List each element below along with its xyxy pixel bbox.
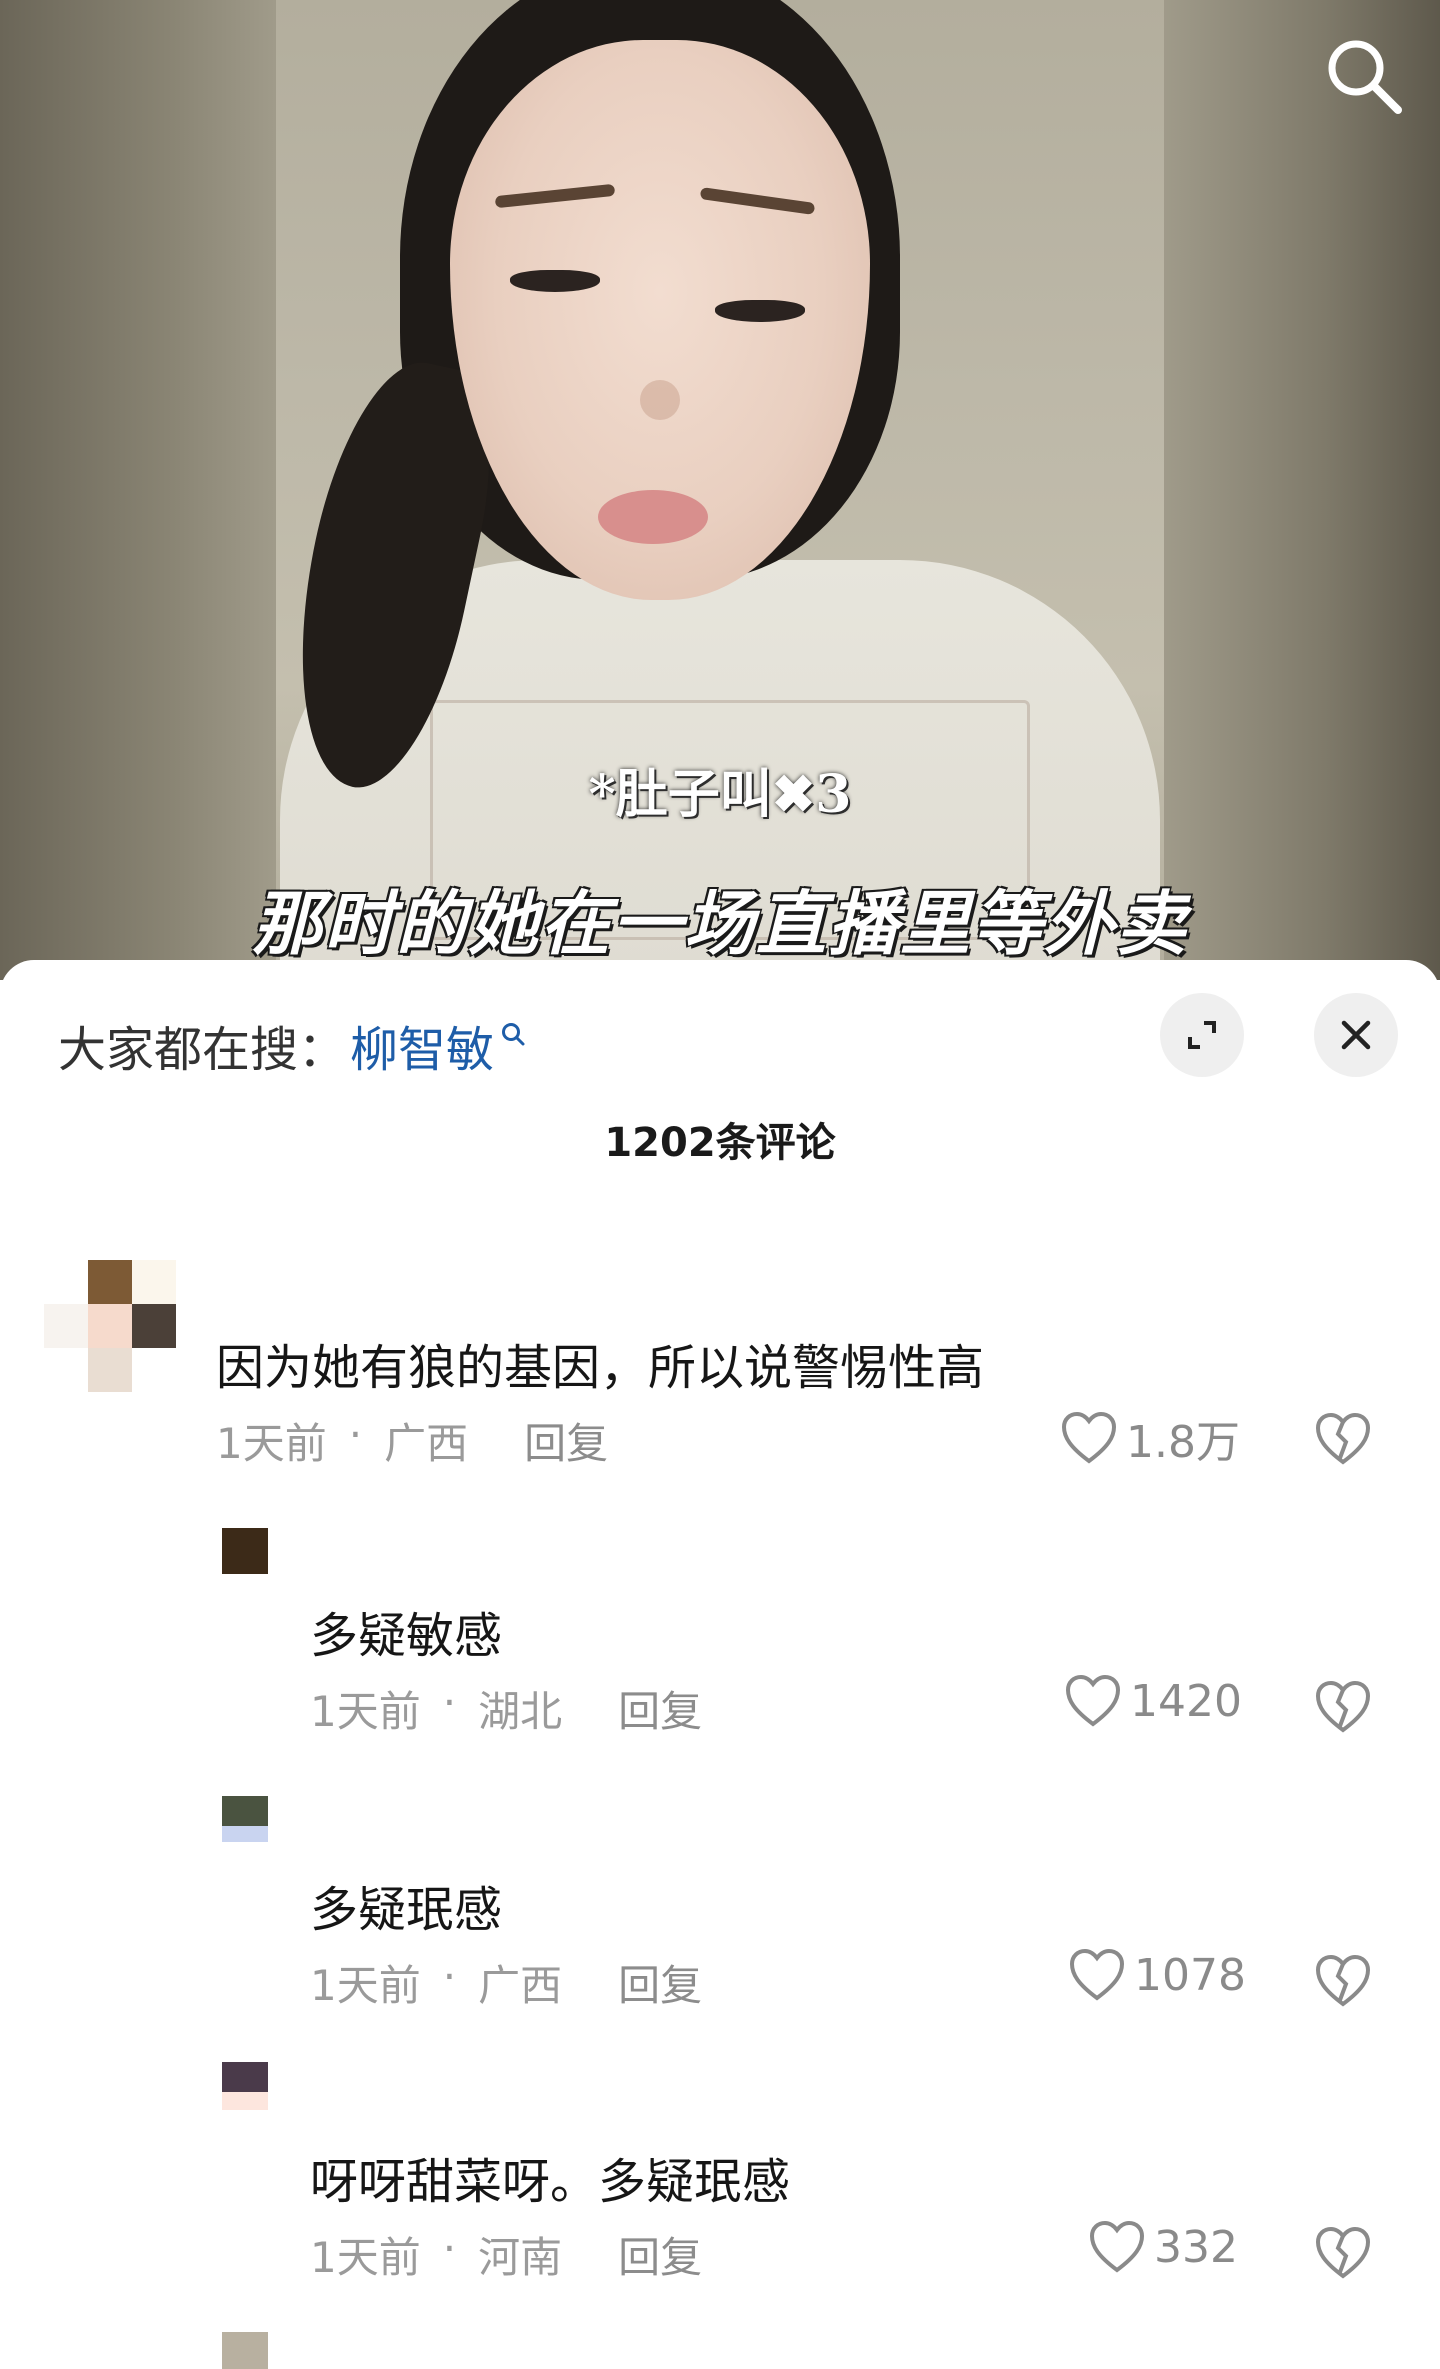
like-button[interactable]: 1420	[1064, 1674, 1242, 1728]
small-search-icon	[502, 1023, 525, 1046]
comment-location: 湖北	[478, 1687, 563, 1736]
like-count: 332	[1154, 2221, 1238, 2273]
comment-text: 因为她有狼的基因，所以说警惕性高	[216, 1340, 985, 1396]
expand-icon	[1188, 1021, 1216, 1049]
comment-text: 呀呀甜菜呀。多疑珉感	[310, 2154, 791, 2210]
close-icon	[1341, 1020, 1371, 1050]
close-button[interactable]	[1314, 993, 1398, 1077]
video-left-eye	[510, 270, 600, 292]
comment-count-title: 1202条评论	[604, 1120, 836, 1166]
avatar[interactable]	[222, 2332, 268, 2369]
reply-button[interactable]: 回复	[524, 1410, 608, 1471]
comment-location: 广西	[478, 1961, 563, 2010]
like-button[interactable]: 1.8万	[1060, 1406, 1240, 1470]
reply-button[interactable]: 回复	[618, 2224, 702, 2285]
heart-icon	[1061, 1411, 1117, 1464]
comment-meta: 1天前 · 河南 回复	[310, 2224, 702, 2285]
heart-icon	[1065, 1674, 1121, 1727]
broken-heart-icon[interactable]	[1314, 1678, 1372, 1736]
expand-button[interactable]	[1160, 993, 1244, 1077]
avatar[interactable]	[222, 1796, 268, 1842]
broken-heart-icon[interactable]	[1314, 2224, 1372, 2282]
like-button[interactable]: 332	[1088, 2220, 1238, 2274]
comment-time: 1天前	[310, 1961, 421, 2010]
reply-button[interactable]: 回复	[618, 1678, 702, 1739]
like-button[interactable]: 1078	[1068, 1948, 1246, 2002]
comment-meta: 1天前 · 湖北 回复	[310, 1678, 702, 1739]
comment-text: 多疑珉感	[310, 1882, 503, 1938]
heart-icon	[1089, 2220, 1145, 2273]
comment-time: 1天前	[310, 1687, 421, 1736]
comment-time: 1天前	[310, 2233, 421, 2282]
meta-separator: ·	[348, 1410, 363, 1459]
hot-search-label: 大家都在搜：	[58, 1022, 347, 1078]
comment-text: 多疑敏感	[310, 1608, 503, 1664]
avatar[interactable]	[222, 2062, 268, 2110]
video-mouth	[598, 490, 708, 544]
avatar[interactable]	[44, 1260, 178, 1394]
meta-separator: ·	[442, 1952, 457, 2001]
video-player[interactable]: *肚子叫✖3 那时的她在一场直播里等外卖	[0, 0, 1440, 980]
search-icon[interactable]	[1322, 34, 1406, 118]
video-nose	[640, 380, 680, 420]
comment-meta: 1天前 · 广西 回复	[216, 1410, 608, 1471]
video-right-eye	[715, 300, 805, 322]
hot-search-keyword[interactable]: 柳智敏	[350, 1010, 494, 1080]
avatar[interactable]	[222, 1528, 268, 1574]
broken-heart-icon[interactable]	[1314, 1952, 1372, 2010]
heart-icon	[1069, 1948, 1125, 2001]
meta-separator: ·	[442, 2224, 457, 2273]
comment-location: 广西	[384, 1419, 469, 1468]
comment-location: 河南	[478, 2233, 563, 2282]
like-count: 1078	[1134, 1949, 1246, 2001]
like-count: 1.8万	[1126, 1417, 1240, 1468]
comment-sheet: 大家都在搜： 柳智敏 1202条评论 因为她有狼的基因，所以说警惕性高 1天前 …	[0, 960, 1440, 2369]
video-caption-small: *肚子叫✖3	[588, 764, 852, 825]
hot-search-bar[interactable]: 大家都在搜： 柳智敏	[58, 1010, 526, 1080]
comment-meta: 1天前 · 广西 回复	[310, 1952, 702, 2013]
comment-time: 1天前	[216, 1419, 327, 1468]
reply-button[interactable]: 回复	[618, 1952, 702, 2013]
broken-heart-icon[interactable]	[1314, 1410, 1372, 1468]
video-caption: 那时的她在一场直播里等外卖	[252, 883, 1188, 965]
like-count: 1420	[1130, 1675, 1242, 1727]
meta-separator: ·	[442, 1678, 457, 1727]
